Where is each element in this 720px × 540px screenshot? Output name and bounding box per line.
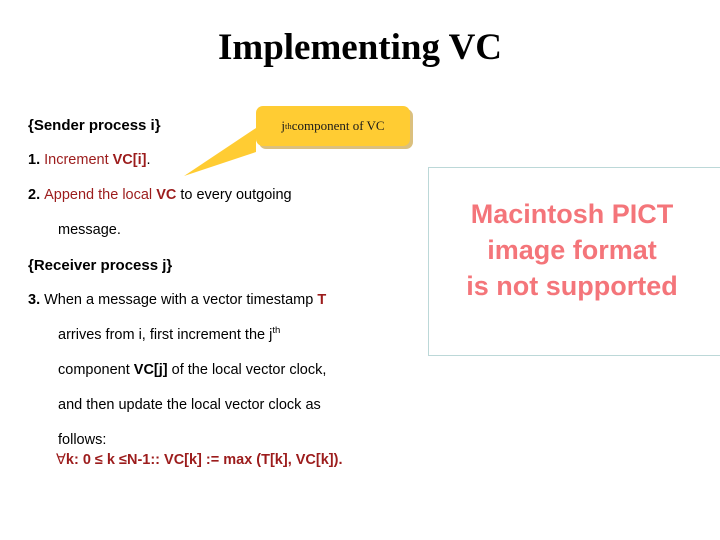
step-1-number: 1.	[28, 152, 41, 168]
forall-symbol: ∀	[56, 452, 66, 468]
step-2: 2. Append the local VC to every outgoing	[28, 178, 420, 213]
step-2-black-tail: to every outgoing	[176, 187, 292, 203]
step-1-vc-token: VC[i]	[112, 152, 147, 168]
callout-annotation: j th component of VC	[184, 106, 410, 176]
receiver-process-header: {Receiver process j}	[28, 257, 173, 274]
pict-message-line-3: is not supported	[466, 271, 678, 301]
step-3-vc-token: VC[j]	[133, 362, 168, 378]
page-title: Implementing VC	[217, 27, 503, 68]
pict-image-placeholder: Macintosh PICT image format is not suppo…	[428, 167, 720, 356]
step-2-red-text: Append the local	[44, 187, 157, 203]
callout-text-suffix: component of VC	[291, 118, 385, 133]
callout-body: j th component of VC	[256, 106, 410, 146]
timestamp-symbol: T	[317, 292, 327, 308]
pict-message-line-1: Macintosh PICT	[470, 199, 674, 229]
pict-placeholder-message: Macintosh PICT image format is not suppo…	[429, 196, 715, 304]
step-2-continuation: message.	[58, 222, 121, 238]
step-3-line-4: and then update the local vector clock a…	[58, 397, 321, 413]
step-3-number: 3.	[28, 292, 41, 308]
step-3-line-3: component VC[j] of the local vector cloc…	[28, 353, 420, 388]
step-3-line-3-prefix: component	[58, 362, 134, 378]
step-1-red-text: Increment	[44, 152, 113, 168]
step-2-number: 2.	[28, 187, 41, 203]
step-3-ordinal-suffix: th	[272, 325, 281, 337]
step-2-vc-token: VC	[156, 187, 177, 203]
vector-clock-formula: ∀k: 0 ≤ k ≤N-1:: VC[k] := max (T[k], VC[…	[56, 452, 342, 468]
pict-message-line-2: image format	[487, 235, 657, 265]
step-3-line-3-suffix: of the local vector clock,	[167, 362, 327, 378]
formula-text: k: 0 ≤ k ≤N-1:: VC[k] := max (T[k], VC[k…	[65, 452, 343, 468]
step-3-line-2: arrives from i, first increment the jth	[28, 318, 420, 353]
step-3-lead-text: When a message with a vector timestamp	[40, 292, 318, 308]
step-3-line-2-text: arrives from i, first increment the j	[58, 327, 273, 343]
step-3-line-1: 3. When a message with a vector timestam…	[28, 283, 420, 318]
step-1-period: .	[146, 152, 151, 168]
